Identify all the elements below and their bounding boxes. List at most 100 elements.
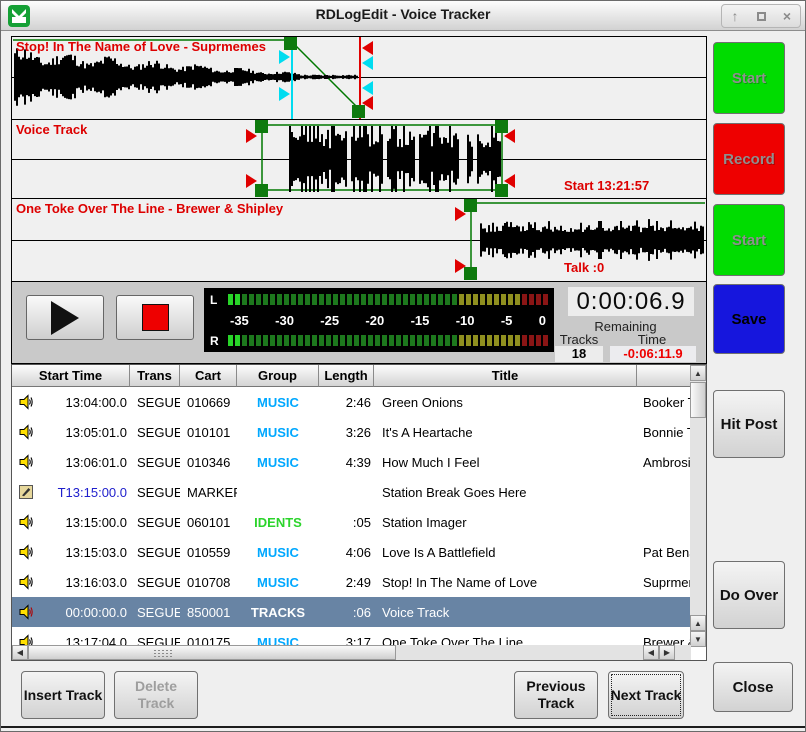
scroll-down-button[interactable]: ▼ xyxy=(690,631,706,647)
cell-group: IDENTS xyxy=(237,515,319,530)
save-button[interactable]: Save xyxy=(713,284,785,354)
scroll-right-button[interactable]: ▶ xyxy=(659,645,675,660)
cell-trans: SEGUE xyxy=(130,605,180,620)
cell-length: 2:49 xyxy=(319,575,374,590)
cell-start-time: 00:00:00.0 xyxy=(40,605,130,620)
cell-length: :06 xyxy=(319,605,374,620)
meter-scale-tick: -5 xyxy=(501,313,513,328)
start-marker-arrow[interactable] xyxy=(246,129,257,143)
scroll-up-button[interactable]: ▲ xyxy=(690,615,706,631)
log-row[interactable]: 00:00:00.0SEGUE850001TRACKS:06Voice Trac… xyxy=(12,597,691,627)
meter-right-bar xyxy=(228,335,548,346)
start-button-mid[interactable]: Start xyxy=(713,204,785,276)
start-marker-arrow[interactable] xyxy=(455,207,466,221)
cell-cart: 010708 xyxy=(180,575,237,590)
waveform-track-previous-cart[interactable]: Stop! In The Name of Love - Suprmemes xyxy=(11,36,707,120)
log-rows: 13:04:00.0SEGUE010669MUSIC2:46Green Onio… xyxy=(12,387,691,647)
cell-cart: 060101 xyxy=(180,515,237,530)
cell-group: MUSIC xyxy=(237,425,319,440)
maximize-window-button[interactable] xyxy=(749,6,773,26)
remaining-tracks-label: Tracks xyxy=(553,332,605,347)
cell-start-time: 13:04:00.0 xyxy=(40,395,130,410)
cell-title: Station Break Goes Here xyxy=(374,485,637,500)
segue-marker-arrow[interactable] xyxy=(279,50,290,64)
start-marker-arrow[interactable] xyxy=(455,259,466,273)
remaining-time-label: Time xyxy=(610,332,694,347)
log-row[interactable]: 13:16:03.0SEGUE010708MUSIC2:49Stop! In T… xyxy=(12,567,691,597)
insert-track-button[interactable]: Insert Track xyxy=(21,671,105,719)
fade-handle[interactable] xyxy=(284,37,297,50)
log-row[interactable]: 13:15:00.0SEGUE060101IDENTS:05Station Im… xyxy=(12,507,691,537)
segue-end-arrow[interactable] xyxy=(362,56,373,70)
cell-title: Voice Track xyxy=(374,605,637,620)
cell-group: MUSIC xyxy=(237,455,319,470)
cell-cart: 010101 xyxy=(180,425,237,440)
cell-start-time: T13:15:00.0 xyxy=(40,485,130,500)
titlebar[interactable]: RDLogEdit - Voice Tracker ↑ × xyxy=(1,1,805,31)
scroll-left-button[interactable]: ◀ xyxy=(12,645,28,660)
log-header-row: Start TimeTransCartGroupLengthTitle xyxy=(12,365,692,387)
cell-trans: SEGUE xyxy=(130,485,180,500)
cell-title: Green Onions xyxy=(374,395,637,410)
previous-track-button[interactable]: Previous Track xyxy=(514,671,598,719)
cell-title: Love Is A Battlefield xyxy=(374,545,637,560)
vertical-scroll-thumb[interactable] xyxy=(690,382,706,418)
log-row[interactable]: 13:17:04.0SEGUE010175MUSIC3:17One Toke O… xyxy=(12,627,691,647)
waveform-track-next-cart[interactable]: One Toke Over The Line - Brewer & Shiple… xyxy=(11,198,707,282)
close-button[interactable]: Close xyxy=(713,662,793,712)
scroll-up-button[interactable]: ▲ xyxy=(690,365,706,381)
vertical-scrollbar[interactable]: ▲ ▲ ▼ xyxy=(690,365,706,647)
cell-start-time: 13:06:01.0 xyxy=(40,455,130,470)
next-track-button[interactable]: Next Track xyxy=(608,671,684,719)
waveform-track-voice[interactable]: Voice Track Start 13:21:57 xyxy=(11,119,707,199)
segue-marker-arrow[interactable] xyxy=(279,87,290,101)
shade-window-button[interactable]: ↑ xyxy=(723,6,747,26)
cell-title: It's A Heartache xyxy=(374,425,637,440)
end-marker-arrow[interactable] xyxy=(504,129,515,143)
note-icon xyxy=(18,484,34,500)
scroll-grip-icon xyxy=(153,649,173,658)
remaining-tracks-value: 18 xyxy=(555,346,603,362)
window-controls: ↑ × xyxy=(721,4,801,28)
track1-title: Stop! In The Name of Love - Suprmemes xyxy=(16,39,266,54)
column-header-extra[interactable] xyxy=(637,365,692,387)
play-icon xyxy=(51,301,79,335)
log-row[interactable]: T13:15:00.0SEGUEMARKERStation Break Goes… xyxy=(12,477,691,507)
start-button-top[interactable]: Start xyxy=(713,42,785,114)
log-row[interactable]: 13:04:00.0SEGUE010669MUSIC2:46Green Onio… xyxy=(12,387,691,417)
delete-track-button[interactable]: Delete Track xyxy=(114,671,198,719)
cell-length: 4:39 xyxy=(319,455,374,470)
log-row[interactable]: 13:06:01.0SEGUE010346MUSIC4:39How Much I… xyxy=(12,447,691,477)
start-marker-arrow[interactable] xyxy=(246,174,257,188)
segue-end-arrow[interactable] xyxy=(362,81,373,95)
column-header-cart[interactable]: Cart xyxy=(180,365,237,387)
horizontal-scrollbar[interactable]: ◀ ◀ ▶ xyxy=(12,645,691,660)
maximize-icon xyxy=(757,12,766,21)
column-header-group[interactable]: Group xyxy=(237,365,319,387)
column-header-length[interactable]: Length xyxy=(319,365,374,387)
speaker-icon-cell xyxy=(12,574,40,590)
hit-post-button[interactable]: Hit Post xyxy=(713,390,785,458)
end-marker-arrow[interactable] xyxy=(362,41,373,55)
cell-trans: SEGUE xyxy=(130,395,180,410)
stop-button[interactable] xyxy=(116,295,194,340)
column-header-start-time[interactable]: Start Time xyxy=(12,365,130,387)
do-over-button[interactable]: Do Over xyxy=(713,561,785,629)
cell-artist: Pat Benatar xyxy=(637,545,691,560)
record-button[interactable]: Record xyxy=(713,123,785,195)
meter-scale: -35-30-25-20-15-10-50 xyxy=(230,313,546,328)
log-row[interactable]: 13:05:01.0SEGUE010101MUSIC3:26It's A Hea… xyxy=(12,417,691,447)
play-button[interactable] xyxy=(26,295,104,340)
log-row[interactable]: 13:15:03.0SEGUE010559MUSIC4:06Love Is A … xyxy=(12,537,691,567)
horizontal-scroll-thumb[interactable] xyxy=(28,645,396,660)
scroll-left-button[interactable]: ◀ xyxy=(643,645,659,660)
close-window-button[interactable]: × xyxy=(775,6,799,26)
end-marker-arrow[interactable] xyxy=(362,96,373,110)
column-header-title[interactable]: Title xyxy=(374,365,637,387)
audio-level-meter: L -35-30-25-20-15-10-50 R xyxy=(204,288,554,352)
end-marker-arrow[interactable] xyxy=(504,174,515,188)
meter-left-bar xyxy=(228,294,548,305)
voice-tracker-window: RDLogEdit - Voice Tracker ↑ × Stop! In T… xyxy=(0,0,806,732)
column-header-trans[interactable]: Trans xyxy=(130,365,180,387)
cell-artist: Bonnie Tyle xyxy=(637,425,691,440)
